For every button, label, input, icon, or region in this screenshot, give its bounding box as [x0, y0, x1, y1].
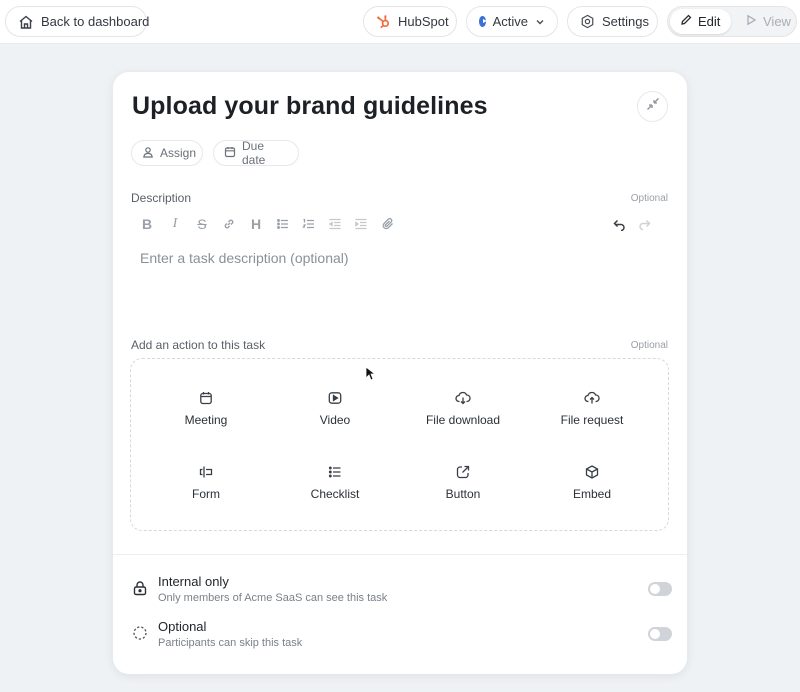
outdent-icon[interactable] — [327, 216, 343, 232]
description-optional-label: Optional — [630, 193, 668, 204]
view-mode-button[interactable]: View — [735, 9, 793, 34]
undo-icon[interactable] — [611, 216, 627, 232]
formatting-toolbar: B I S H — [139, 216, 659, 234]
settings-button[interactable]: Settings — [567, 6, 658, 37]
strikethrough-icon[interactable]: S — [194, 216, 210, 232]
action-meeting-label: Meeting — [184, 413, 228, 427]
optional-title: Optional — [158, 619, 207, 634]
italic-icon[interactable]: I — [167, 216, 183, 232]
cloud-download-icon — [455, 390, 471, 406]
optional-toggle[interactable] — [648, 627, 672, 641]
collapse-button[interactable] — [637, 91, 668, 122]
action-embed[interactable]: Embed — [528, 464, 656, 504]
task-editor-card: Upload your brand guidelines Assign Due … — [113, 72, 687, 674]
bulleted-list-icon[interactable] — [275, 216, 291, 232]
external-link-icon — [455, 464, 471, 480]
internal-only-subtitle: Only members of Acme SaaS can see this t… — [158, 592, 388, 604]
due-date-label: Due date — [242, 139, 266, 167]
action-optional-label: Optional — [630, 340, 668, 351]
indent-icon[interactable] — [353, 216, 369, 232]
form-icon — [198, 464, 214, 480]
internal-only-setting: Internal only Only members of Acme SaaS … — [132, 574, 672, 610]
due-date-button[interactable]: Due date — [213, 139, 299, 167]
action-file-request[interactable]: File request — [528, 390, 656, 430]
status-dropdown[interactable]: Active — [466, 6, 558, 37]
calendar-icon — [224, 146, 236, 161]
assign-button[interactable]: Assign — [131, 140, 203, 166]
gear-icon — [580, 14, 595, 29]
internal-only-toggle[interactable] — [648, 582, 672, 596]
settings-label: Settings — [602, 14, 649, 29]
chevron-down-icon — [535, 17, 545, 27]
link-icon[interactable] — [221, 216, 237, 232]
lock-icon — [132, 580, 148, 596]
numbered-list-icon[interactable] — [301, 216, 317, 232]
pencil-icon — [680, 14, 692, 29]
hubspot-icon — [376, 14, 391, 29]
section-divider — [113, 554, 687, 555]
action-video[interactable]: Video — [271, 390, 399, 430]
top-bar: Back to dashboard HubSpot Active Setting… — [0, 0, 800, 44]
description-editor[interactable]: Enter a task description (optional) — [140, 250, 349, 266]
task-title[interactable]: Upload your brand guidelines — [132, 92, 488, 121]
action-file-download-label: File download — [425, 413, 501, 427]
action-form[interactable]: Form — [142, 464, 270, 504]
action-checklist[interactable]: Checklist — [271, 464, 399, 504]
action-picker: Meeting Video File download File request — [130, 358, 669, 531]
collapse-icon — [646, 97, 660, 116]
description-label: Description — [131, 191, 192, 205]
heading-icon[interactable]: H — [248, 216, 264, 232]
internal-only-title: Internal only — [158, 574, 229, 589]
user-icon — [142, 146, 154, 161]
video-icon — [327, 390, 343, 406]
optional-setting: Optional Participants can skip this task — [132, 619, 672, 655]
cloud-upload-icon — [584, 390, 600, 406]
edit-mode-button[interactable]: Edit — [670, 9, 731, 34]
attachment-icon[interactable] — [380, 216, 396, 232]
play-status-icon — [479, 16, 487, 27]
action-embed-label: Embed — [572, 487, 612, 501]
assign-label: Assign — [160, 146, 197, 160]
action-form-label: Form — [192, 487, 220, 501]
optional-subtitle: Participants can skip this task — [158, 637, 303, 649]
bold-icon[interactable]: B — [139, 216, 155, 232]
home-icon — [18, 14, 34, 30]
action-file-request-label: File request — [560, 413, 624, 427]
action-meeting[interactable]: Meeting — [142, 390, 270, 430]
action-file-download[interactable]: File download — [399, 390, 527, 430]
hubspot-button[interactable]: HubSpot — [363, 6, 457, 37]
hubspot-label: HubSpot — [398, 14, 449, 29]
cube-icon — [584, 464, 600, 480]
dashed-circle-icon — [132, 625, 148, 641]
edit-view-toggle: Edit View — [667, 6, 797, 37]
calendar-icon — [198, 390, 214, 406]
action-button[interactable]: Button — [399, 464, 527, 504]
edit-label: Edit — [698, 14, 721, 29]
action-section-label: Add an action to this task — [131, 338, 266, 352]
back-to-dashboard-button[interactable]: Back to dashboard — [5, 6, 150, 37]
back-label: Back to dashboard — [41, 14, 150, 29]
checklist-icon — [327, 464, 343, 480]
redo-icon[interactable] — [637, 216, 653, 232]
action-button-label: Button — [445, 487, 481, 501]
action-checklist-label: Checklist — [310, 487, 360, 501]
mouse-cursor-icon — [365, 366, 377, 386]
status-label: Active — [492, 14, 528, 29]
view-label: View — [763, 14, 791, 29]
play-icon — [745, 14, 757, 29]
action-video-label: Video — [319, 413, 351, 427]
